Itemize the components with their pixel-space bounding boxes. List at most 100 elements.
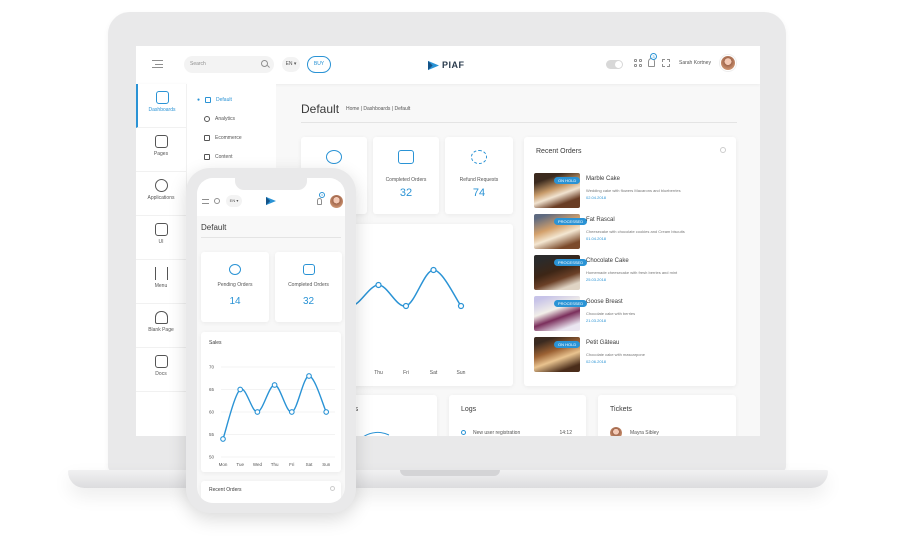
- sidebar-item-dashboards[interactable]: Dashboards: [136, 84, 186, 128]
- sidebar-item-applications[interactable]: Applications: [136, 172, 186, 216]
- avatar[interactable]: [720, 55, 736, 71]
- search-icon[interactable]: [261, 60, 268, 67]
- search-icon[interactable]: [214, 198, 220, 204]
- language-select[interactable]: EN ▾: [226, 195, 242, 207]
- laptop-icon: [154, 135, 168, 148]
- order-row[interactable]: PROCESSED Goose Breast Chocolate cake with…: [534, 296, 724, 332]
- stat-card-completed[interactable]: Completed Orders 32: [373, 137, 439, 214]
- sidebar-item-menu[interactable]: Menu: [136, 260, 186, 304]
- stat-label: Pending Orders: [217, 282, 253, 288]
- x-tick-label: Wed: [253, 462, 263, 467]
- stat-label: Refund Requests: [459, 177, 499, 183]
- y-tick-label: 50: [209, 455, 215, 460]
- subnav-item-analytics[interactable]: Analytics: [204, 113, 235, 125]
- apps-grid-icon[interactable]: [634, 59, 642, 67]
- ticket-name[interactable]: Mayra Sibley: [630, 430, 659, 436]
- order-date: 02.04.2018: [586, 195, 607, 200]
- sales-point: [237, 386, 244, 393]
- x-tick-label: Mon: [219, 462, 228, 467]
- stat-card-completed[interactable]: Completed Orders 32: [275, 252, 342, 322]
- user-name[interactable]: Sarah Kortney: [679, 60, 711, 66]
- stat-label: Completed Orders: [288, 282, 329, 288]
- logo-text: PIAF: [442, 60, 465, 70]
- subnav-item-default[interactable]: ● Default: [197, 94, 232, 106]
- ticket-avatar: [610, 427, 622, 436]
- order-name[interactable]: Chocolate Cake: [586, 258, 629, 264]
- sales-point: [457, 302, 465, 310]
- order-description: Chocolate cake with mascarpone: [586, 352, 645, 357]
- fullscreen-icon[interactable]: [662, 59, 670, 67]
- avatar[interactable]: [330, 195, 343, 208]
- order-name[interactable]: Marble Cake: [586, 176, 620, 182]
- order-row[interactable]: ON HOLD Marble Cake Wedding cake with flow…: [534, 173, 724, 209]
- recent-orders-card: Recent Orders: [201, 481, 341, 503]
- card-title: Logs: [461, 406, 477, 413]
- bell-icon[interactable]: [317, 198, 322, 205]
- logs-card: Logs New user registration 14:12: [449, 395, 586, 436]
- logo-icon[interactable]: [266, 196, 276, 206]
- sales-point: [254, 409, 261, 415]
- recent-orders-card: Recent Orders ON HOLD Marble Cake Wedding …: [524, 137, 736, 386]
- page-title: Default: [201, 223, 227, 232]
- subnav-item-label: Content: [215, 154, 233, 160]
- refresh-icon[interactable]: [330, 486, 335, 491]
- sales-point: [288, 409, 295, 415]
- sales-point: [402, 302, 410, 310]
- theme-toggle[interactable]: [606, 60, 623, 69]
- menu-toggle-icon[interactable]: [152, 60, 163, 68]
- status-badge: PROCESSED: [554, 218, 588, 225]
- order-date: 01.04.2018: [586, 236, 607, 241]
- phone-screen: EN ▾ 3 Default Pending Orders 14 Complet…: [197, 178, 345, 503]
- order-name[interactable]: Fat Rascal: [586, 217, 615, 223]
- sales-point: [430, 266, 437, 274]
- order-row[interactable]: ON HOLD Petit Gâteau Chocolate cake with m…: [534, 337, 724, 373]
- order-name[interactable]: Petit Gâteau: [586, 340, 619, 346]
- buy-button[interactable]: BUY: [307, 56, 331, 73]
- order-description: Chocolate cake with berries: [586, 311, 636, 316]
- subnav-item-label: Analytics: [215, 116, 236, 122]
- alarm-clock-icon: [326, 150, 342, 164]
- order-row[interactable]: PROCESSED Fat Rascal Cheesecake with choco…: [534, 214, 724, 250]
- stat-card-pending[interactable]: Pending Orders 14: [201, 252, 269, 322]
- refresh-icon[interactable]: [720, 147, 726, 153]
- sidebar-item-blank-page[interactable]: Blank Page: [136, 304, 186, 348]
- navigation-icon: [154, 267, 168, 280]
- subnav-item-ecommerce[interactable]: Ecommerce: [204, 132, 242, 144]
- sidebar-item-pages[interactable]: Pages: [136, 128, 186, 172]
- phone-notch: [235, 178, 307, 190]
- order-name[interactable]: Goose Breast: [586, 299, 623, 305]
- sales-point: [220, 436, 226, 442]
- stat-value: 74: [472, 187, 486, 199]
- card-title: Tickets: [610, 406, 632, 413]
- sidebar-item-label: Applications: [147, 195, 175, 201]
- breadcrumb[interactable]: Home | Dashboards | Default: [346, 106, 410, 112]
- sidebar-item-label: Dashboards: [148, 107, 176, 113]
- x-tick-label: Tue: [236, 462, 244, 467]
- y-tick-label: 65: [209, 387, 215, 392]
- language-select[interactable]: EN ▾: [282, 57, 300, 72]
- y-tick-label: 60: [209, 410, 215, 415]
- sidebar-item-label: UI: [158, 239, 164, 245]
- x-tick-label: Sun: [322, 462, 331, 467]
- stat-value: 32: [302, 296, 315, 307]
- sales-point: [375, 281, 382, 289]
- menu-toggle-icon[interactable]: [202, 199, 209, 204]
- sidebar-item-ui[interactable]: UI: [136, 216, 186, 260]
- refresh-arrows-icon: [471, 150, 487, 164]
- document-icon: [204, 154, 210, 160]
- subnav-item-content[interactable]: Content: [204, 151, 233, 163]
- order-description: Homemade cheesecake with fresh berries a…: [586, 270, 678, 275]
- sidebar-item-docs[interactable]: Docs: [136, 348, 186, 392]
- basket-icon: [302, 264, 315, 275]
- balloon-icon: [154, 179, 168, 192]
- divider: [301, 122, 737, 123]
- divider: [201, 237, 341, 238]
- notification-badge: 3: [650, 53, 657, 60]
- stat-value: 32: [399, 187, 413, 199]
- logo[interactable]: PIAF: [428, 58, 465, 72]
- order-row[interactable]: PROCESSED Chocolate Cake Homemade cheeseca…: [534, 255, 724, 291]
- sales-point: [306, 373, 312, 379]
- stat-card-refunds[interactable]: Refund Requests 74: [445, 137, 513, 214]
- search-input[interactable]: Search: [184, 56, 274, 73]
- sidebar-item-label: Docs: [155, 371, 167, 377]
